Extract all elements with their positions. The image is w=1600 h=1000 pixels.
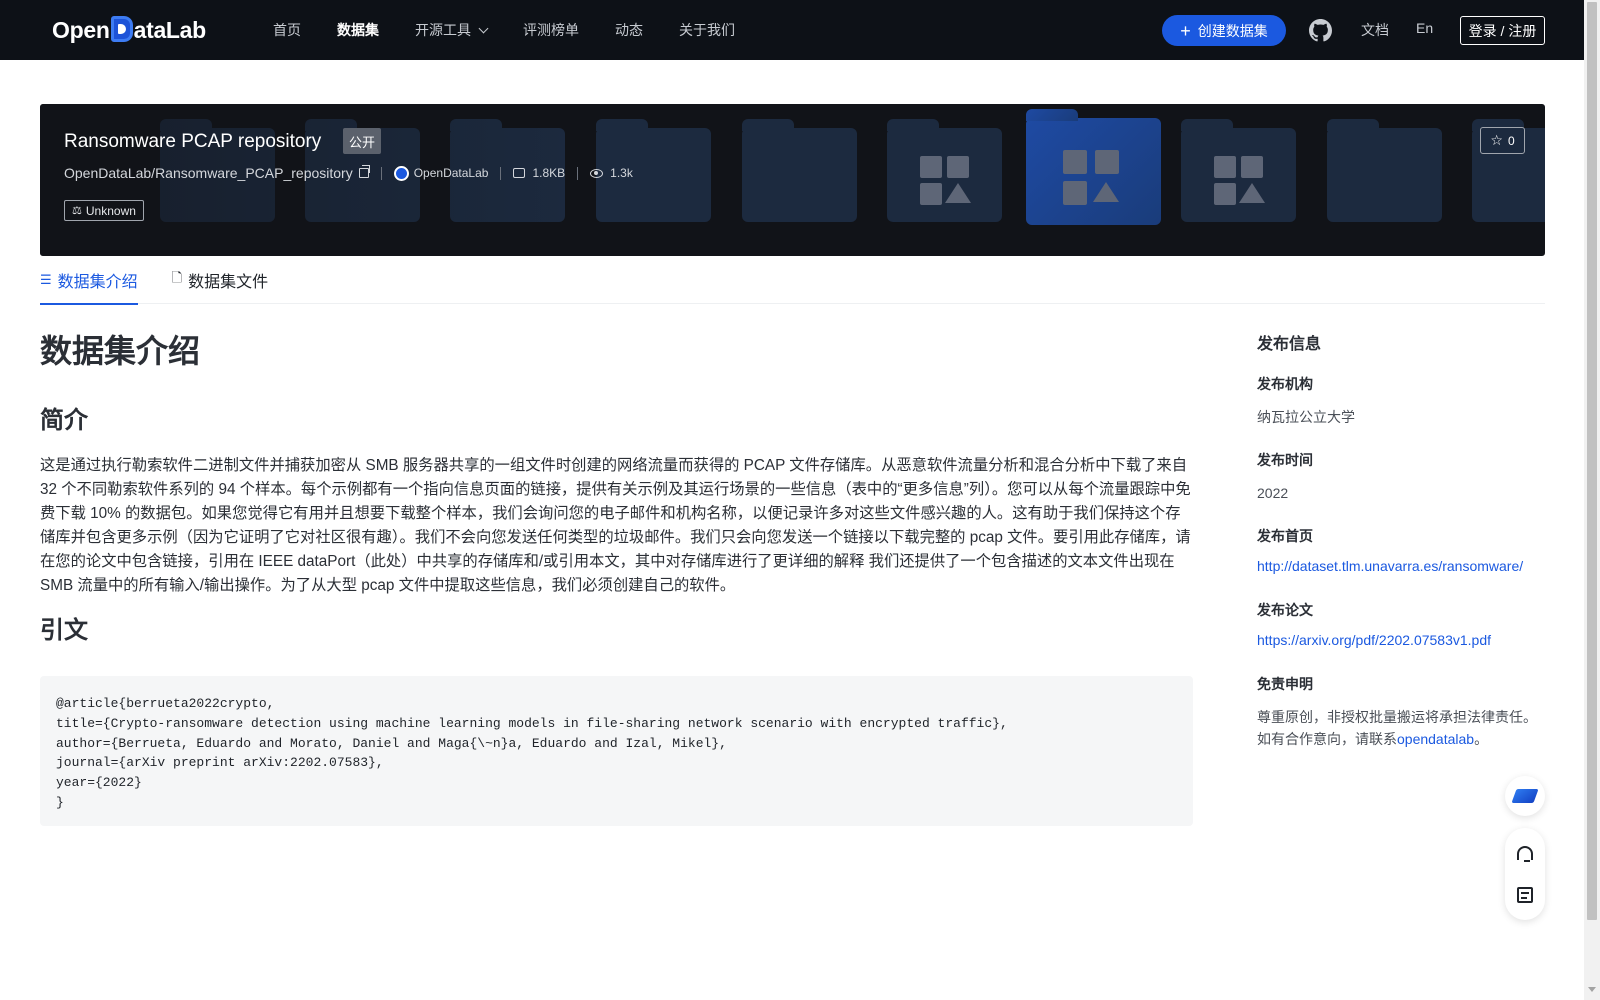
publish-time-label: 发布时间 <box>1257 452 1313 468</box>
feedback-button[interactable] <box>1505 875 1545 915</box>
scrollbar-thumb[interactable] <box>1587 2 1597 920</box>
tab-dataset-files[interactable]: 🗋 数据集文件 <box>172 256 268 304</box>
dataset-banner: Ransomware PCAP repository 公开 OpenDataLa… <box>40 104 1545 256</box>
intro-paragraph: 这是通过执行勒索软件二进制文件并捕获加密从 SMB 服务器共享的一组文件时创建的… <box>40 457 1191 594</box>
dataset-title: Ransomware PCAP repository <box>64 131 322 152</box>
publisher-value: 纳瓦拉公立大学 <box>1257 409 1355 425</box>
homepage-label: 发布首页 <box>1257 528 1313 544</box>
scale-icon: ⚖ <box>72 205 82 217</box>
float-toolbar <box>1505 828 1545 920</box>
language-switch[interactable]: En <box>1416 20 1433 36</box>
citation-heading: 引文 <box>40 617 88 644</box>
dataset-tabs: ☰ 数据集介绍 🗋 数据集文件 <box>40 256 1545 305</box>
feedback-icon <box>1517 887 1533 903</box>
nav-home[interactable]: 首页 <box>273 20 301 40</box>
github-icon[interactable] <box>1309 19 1332 42</box>
disclaimer-end: 。 <box>1474 731 1489 747</box>
publish-info-sidebar: 发布信息 发布机构 纳瓦拉公立大学 发布时间 2022 发布首页 http://… <box>1257 320 1547 750</box>
file-icon: 🗋 <box>171 270 183 285</box>
paper-label: 发布论文 <box>1257 602 1313 618</box>
star-icon: ☆ <box>1490 132 1503 148</box>
tab-dataset-intro-label: 数据集介绍 <box>57 274 138 291</box>
create-dataset-button[interactable]: + 创建数据集 <box>1162 15 1286 46</box>
dataset-path: OpenDataLab/Ransomware_PCAP_repository <box>64 165 353 181</box>
dataset-size: 1.8KB <box>532 166 566 180</box>
eye-icon <box>590 168 604 178</box>
create-dataset-label: 创建数据集 <box>1197 22 1268 39</box>
disclaimer-text: 尊重原创，非授权批量搬运将承担法律责任。 如有合作意向，请联系opendatal… <box>1257 706 1547 750</box>
docs-link[interactable]: 文档 <box>1361 20 1389 40</box>
folder-highlight-decoration <box>1026 109 1161 225</box>
folder-decoration <box>1181 119 1296 222</box>
top-navbar: Open ataLab 首页 数据集 开源工具 评测榜单 动态 关于我们 + 创建… <box>0 0 1584 60</box>
visibility-badge: 公开 <box>343 128 382 154</box>
org-logo-icon <box>393 165 409 181</box>
license-label: Unknown <box>85 203 136 218</box>
org-name[interactable]: OpenDataLab <box>414 166 489 180</box>
sidebar-title: 发布信息 <box>1257 336 1322 353</box>
folder-decoration <box>887 119 1002 222</box>
assistant-float-button[interactable] <box>1505 776 1545 816</box>
nav-leaderboard[interactable]: 评测榜单 <box>523 20 579 40</box>
opendatalab-logo[interactable]: Open ataLab <box>52 16 206 44</box>
citation-code-block: @article{berrueta2022crypto, title={Cryp… <box>40 676 1193 826</box>
logo-d-icon <box>110 16 133 42</box>
license-badge: ⚖ Unknown <box>64 200 144 221</box>
disclaimer-label: 免责申明 <box>1257 676 1313 692</box>
nav-open-tools-label: 开源工具 <box>415 22 471 38</box>
page-title: 数据集介绍 <box>40 333 201 369</box>
headset-icon <box>1517 846 1533 862</box>
intro-heading: 简介 <box>40 407 88 434</box>
copy-icon[interactable] <box>358 165 370 178</box>
login-register-button[interactable]: 登录 / 注册 <box>1460 16 1545 45</box>
tab-dataset-files-label: 数据集文件 <box>188 274 269 291</box>
nav-open-tools[interactable]: 开源工具 <box>415 20 489 40</box>
tab-dataset-intro[interactable]: ☰ 数据集介绍 <box>40 256 138 305</box>
logo-text-atalab: ataLab <box>133 16 207 43</box>
disclaimer-line2: 如有合作意向，请联系 <box>1257 731 1397 747</box>
assistant-logo-icon <box>1511 789 1539 803</box>
paper-link[interactable]: https://arxiv.org/pdf/2202.07583v1.pdf <box>1257 632 1547 648</box>
storage-icon <box>513 168 526 178</box>
contact-link[interactable]: opendatalab <box>1397 731 1474 747</box>
nav-news[interactable]: 动态 <box>615 20 643 40</box>
logo-text-open: Open <box>52 16 110 43</box>
folder-decoration <box>742 119 857 222</box>
page-scrollbar[interactable] <box>1584 0 1600 1000</box>
plus-icon: + <box>1180 20 1191 41</box>
publisher-label: 发布机构 <box>1257 376 1313 392</box>
customer-service-button[interactable] <box>1505 833 1545 873</box>
star-count: 0 <box>1507 133 1515 148</box>
view-count: 1.3k <box>610 166 633 180</box>
dataset-meta-row: OpenDataLab/Ransomware_PCAP_repository O… <box>64 165 633 181</box>
nav-datasets[interactable]: 数据集 <box>337 20 379 40</box>
scroll-down-arrow-icon[interactable] <box>1588 987 1596 992</box>
chevron-down-icon <box>478 23 489 33</box>
database-icon: ☰ <box>40 272 52 287</box>
nav-about[interactable]: 关于我们 <box>679 20 735 40</box>
folder-decoration <box>1327 119 1442 222</box>
publish-time-value: 2022 <box>1257 485 1289 501</box>
star-button[interactable]: ☆ 0 <box>1480 127 1525 154</box>
disclaimer-line1: 尊重原创，非授权批量搬运将承担法律责任。 <box>1257 709 1537 725</box>
homepage-link[interactable]: http://dataset.tlm.unavarra.es/ransomwar… <box>1257 558 1547 574</box>
nav-links: 首页 数据集 开源工具 评测榜单 动态 关于我们 <box>273 0 771 60</box>
